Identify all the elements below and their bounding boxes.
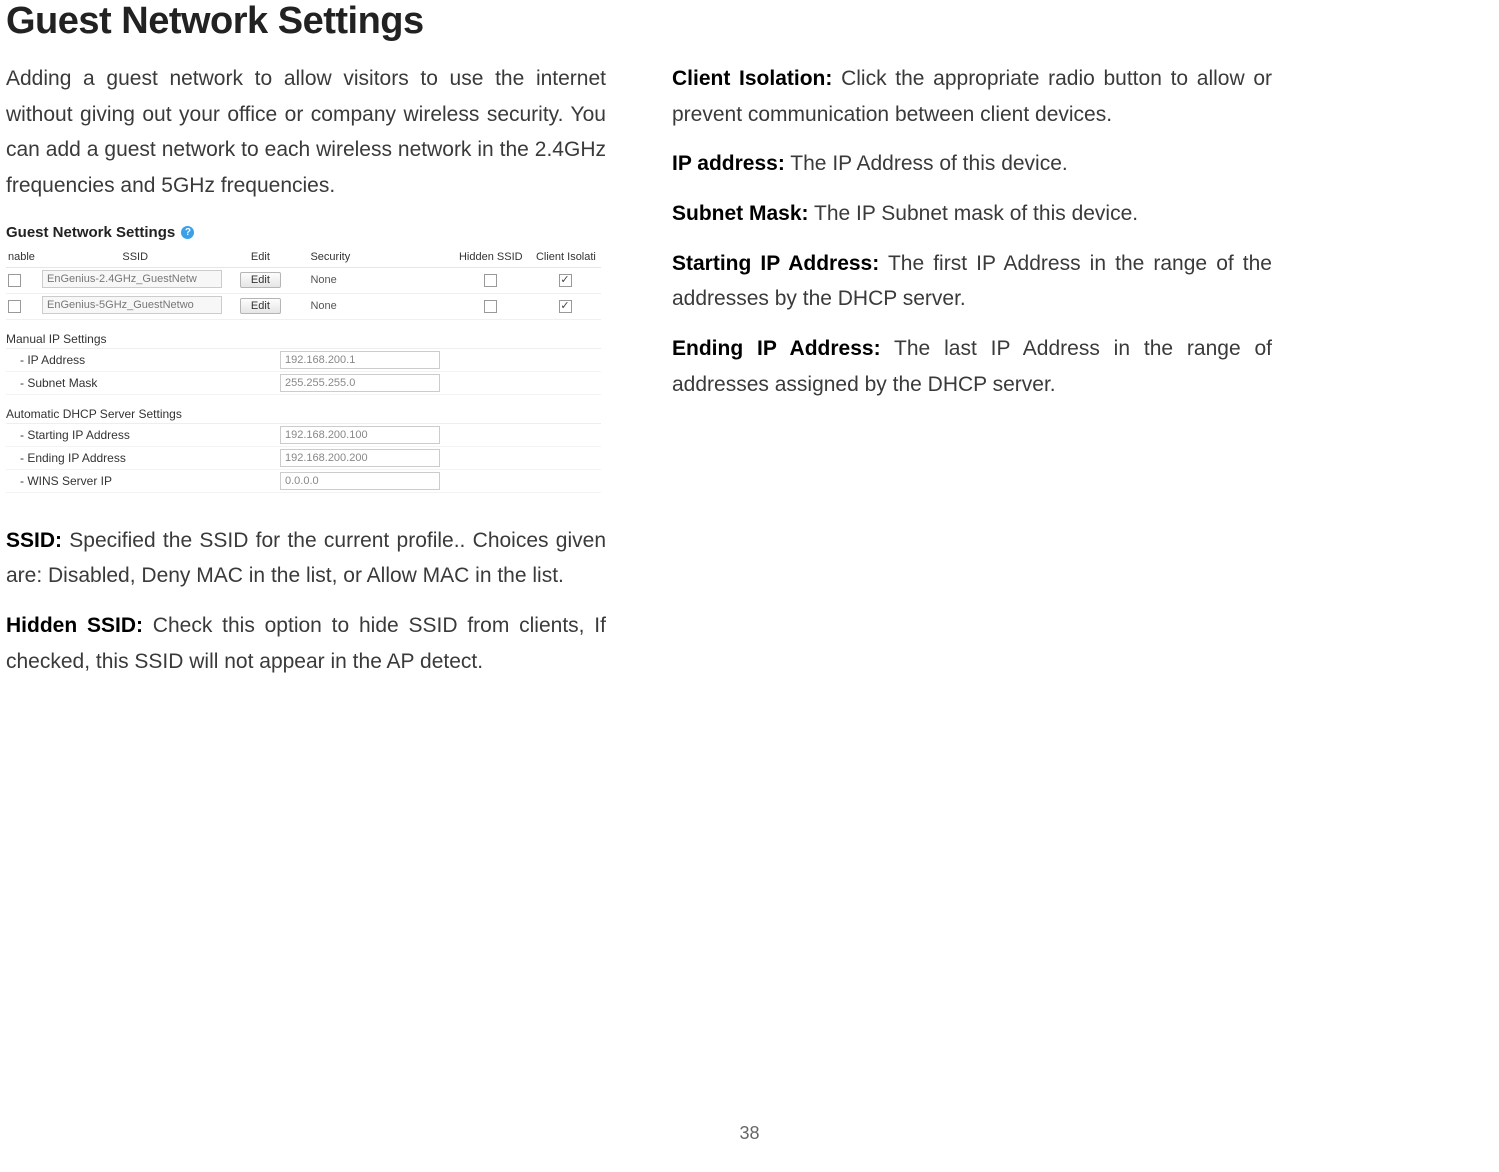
ending-ip-input[interactable]: 192.168.200.200 — [280, 449, 440, 467]
client-isolation-paragraph: Client Isolation: Click the appropriate … — [672, 61, 1272, 132]
isolation-checkbox[interactable] — [559, 300, 572, 313]
enable-checkbox[interactable] — [8, 274, 21, 287]
edit-button[interactable]: Edit — [240, 272, 281, 288]
th-isolation: Client Isolati — [531, 247, 601, 268]
manual-ip-section: Manual IP Settings — [6, 326, 601, 349]
starting-ip-input[interactable]: 192.168.200.100 — [280, 426, 440, 444]
starting-ip-label: - Starting IP Address — [6, 428, 280, 442]
ssid-text: Specified the SSID for the current profi… — [6, 529, 606, 588]
left-column: Adding a guest network to allow visitors… — [0, 61, 606, 694]
info-icon[interactable]: ? — [181, 226, 194, 239]
page-number: 38 — [0, 1123, 1499, 1144]
ip-address-label-text: IP address: — [672, 152, 785, 175]
th-enable: nable — [6, 247, 40, 268]
client-isolation-label: Client Isolation: — [672, 67, 832, 90]
subnet-label: - Subnet Mask — [6, 376, 280, 390]
ip-address-text: The IP Address of this device. — [785, 152, 1068, 175]
security-value: None — [290, 267, 450, 293]
starting-ip-row: - Starting IP Address 192.168.200.100 — [6, 424, 601, 447]
hidden-checkbox[interactable] — [484, 300, 497, 313]
hidden-ssid-paragraph: Hidden SSID: Check this option to hide S… — [6, 608, 606, 679]
isolation-checkbox[interactable] — [559, 274, 572, 287]
th-security: Security — [290, 247, 450, 268]
panel-title: Guest Network Settings ? — [6, 218, 601, 247]
wins-ip-row: - WINS Server IP 0.0.0.0 — [6, 470, 601, 493]
ssid-paragraph: SSID: Specified the SSID for the current… — [6, 523, 606, 594]
security-value: None — [290, 293, 450, 319]
subnet-row: - Subnet Mask 255.255.255.0 — [6, 372, 601, 395]
page-title: Guest Network Settings — [0, 0, 1499, 43]
ssid-input[interactable]: EnGenius-2.4GHz_GuestNetw — [42, 270, 222, 288]
ending-ip-paragraph: Ending IP Address: The last IP Address i… — [672, 331, 1272, 402]
intro-paragraph: Adding a guest network to allow visitors… — [6, 61, 606, 204]
ip-address-label: - IP Address — [6, 353, 280, 367]
guest-network-panel: Guest Network Settings ? nable SSID Edit… — [6, 218, 601, 493]
subnet-input[interactable]: 255.255.255.0 — [280, 374, 440, 392]
ip-address-input[interactable]: 192.168.200.1 — [280, 351, 440, 369]
th-ssid: SSID — [40, 247, 230, 268]
subnet-mask-text: The IP Subnet mask of this device. — [809, 202, 1139, 225]
table-row: EnGenius-5GHz_GuestNetwo Edit None — [6, 293, 601, 319]
th-hidden: Hidden SSID — [451, 247, 531, 268]
guest-network-table: nable SSID Edit Security Hidden SSID Cli… — [6, 247, 601, 320]
right-column: Client Isolation: Click the appropriate … — [642, 61, 1272, 694]
subnet-mask-label-text: Subnet Mask: — [672, 202, 809, 225]
panel-title-text: Guest Network Settings — [6, 224, 175, 241]
th-edit: Edit — [230, 247, 290, 268]
wins-ip-input[interactable]: 0.0.0.0 — [280, 472, 440, 490]
table-row: EnGenius-2.4GHz_GuestNetw Edit None — [6, 267, 601, 293]
ssid-label: SSID: — [6, 529, 62, 552]
starting-ip-label-text: Starting IP Address: — [672, 252, 879, 275]
hidden-checkbox[interactable] — [484, 274, 497, 287]
hidden-ssid-label: Hidden SSID: — [6, 614, 143, 637]
subnet-mask-paragraph: Subnet Mask: The IP Subnet mask of this … — [672, 196, 1272, 232]
enable-checkbox[interactable] — [8, 300, 21, 313]
dhcp-section: Automatic DHCP Server Settings — [6, 401, 601, 424]
starting-ip-paragraph: Starting IP Address: The first IP Addres… — [672, 246, 1272, 317]
wins-ip-label: - WINS Server IP — [6, 474, 280, 488]
ip-address-paragraph: IP address: The IP Address of this devic… — [672, 146, 1272, 182]
ending-ip-label: - Ending IP Address — [6, 451, 280, 465]
ending-ip-row: - Ending IP Address 192.168.200.200 — [6, 447, 601, 470]
ending-ip-label-text: Ending IP Address: — [672, 337, 881, 360]
ssid-input[interactable]: EnGenius-5GHz_GuestNetwo — [42, 296, 222, 314]
edit-button[interactable]: Edit — [240, 298, 281, 314]
ip-address-row: - IP Address 192.168.200.1 — [6, 349, 601, 372]
